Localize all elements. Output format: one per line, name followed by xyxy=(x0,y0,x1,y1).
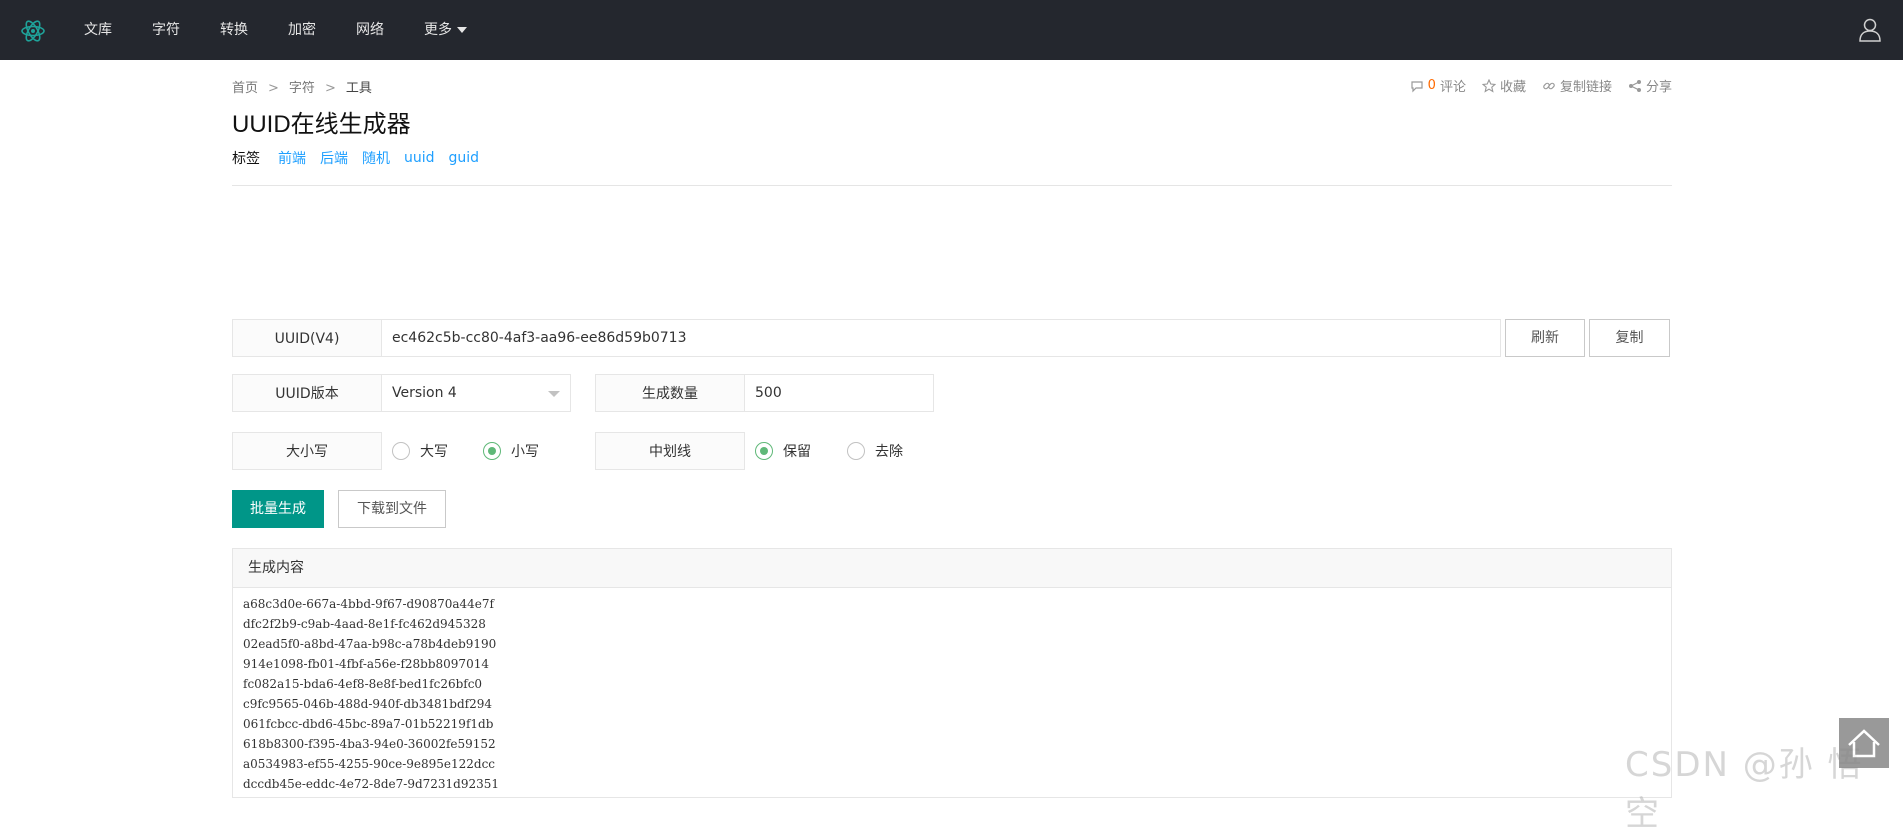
nav-item-library[interactable]: 文库 xyxy=(84,0,112,60)
user-icon[interactable] xyxy=(1859,18,1881,42)
caret-down-icon xyxy=(457,27,467,33)
breadcrumb-home[interactable]: 首页 xyxy=(232,81,258,96)
copy-link-label: 复制链接 xyxy=(1559,80,1612,95)
copy-link-button[interactable]: 复制链接 xyxy=(1542,76,1612,95)
logo-icon[interactable] xyxy=(20,18,46,44)
page-title: UUID在线生成器 xyxy=(232,111,411,138)
version-select-value: Version 4 xyxy=(392,385,457,401)
case-label: 大小写 xyxy=(232,432,382,470)
tag-backend[interactable]: 后端 xyxy=(320,148,348,168)
radio-uppercase-label: 大写 xyxy=(420,444,448,460)
breadcrumb-current: 工具 xyxy=(345,81,372,96)
nav-item-more[interactable]: 更多 xyxy=(424,0,467,60)
radio-lowercase-label: 小写 xyxy=(511,444,539,460)
breadcrumb-category[interactable]: 字符 xyxy=(289,81,315,96)
comment-button[interactable]: 0 评论 xyxy=(1410,76,1466,95)
comment-count: 0 xyxy=(1427,78,1436,93)
uuid-line: dccdb45e-eddc-4e72-8de7-9d7231d92351 xyxy=(243,777,500,791)
star-icon xyxy=(1481,78,1496,93)
page-actions: 0 评论 收藏 复制链接 分享 xyxy=(1410,76,1672,95)
uuid-line: fc082a15-bda6-4ef8-8e8f-bed1fc26bfc0 xyxy=(243,677,483,691)
radio-circle-icon xyxy=(847,442,865,460)
batch-generate-button[interactable]: 批量生成 xyxy=(232,490,324,528)
share-icon xyxy=(1628,79,1641,92)
back-to-top-icon xyxy=(1848,729,1880,758)
radio-remove-dash-label: 去除 xyxy=(875,444,903,460)
comment-label: 评论 xyxy=(1439,80,1466,95)
version-label: UUID版本 xyxy=(232,374,382,412)
tags-label: 标签 xyxy=(232,151,260,167)
nav-item-convert[interactable]: 转换 xyxy=(220,0,248,60)
back-to-top-button[interactable] xyxy=(1839,718,1889,768)
uuid-input[interactable]: ec462c5b-cc80-4af3-aa96-ee86d59b0713 xyxy=(381,319,1501,357)
dash-label: 中划线 xyxy=(595,432,745,470)
header-divider xyxy=(232,185,1672,186)
uuid-label: UUID(V4) xyxy=(232,319,382,357)
nav-item-encrypt[interactable]: 加密 xyxy=(288,0,316,60)
uuid-line: 02ead5f0-a8bd-47aa-b98c-a78b4deb9190 xyxy=(243,637,497,651)
radio-checked-icon xyxy=(755,442,773,460)
tag-uuid[interactable]: uuid xyxy=(404,150,435,166)
radio-lowercase[interactable]: 小写 xyxy=(483,441,539,461)
uuid-line: 061fcbcc-dbd6-45bc-89a7-01b52219f1db xyxy=(243,717,494,731)
tag-list: 标签 前端 后端 随机 uuid guid xyxy=(232,148,479,168)
favorite-label: 收藏 xyxy=(1499,80,1526,95)
copy-button[interactable]: 复制 xyxy=(1589,319,1670,357)
tag-random[interactable]: 随机 xyxy=(362,148,390,168)
link-icon xyxy=(1543,82,1555,89)
radio-circle-icon xyxy=(392,442,410,460)
comment-icon xyxy=(1411,80,1423,92)
nav-more-label: 更多 xyxy=(424,22,452,38)
radio-keep-dash-label: 保留 xyxy=(783,444,811,460)
output-panel: 生成内容 a68c3d0e-667a-4bbd-9f67-d90870a44e7… xyxy=(232,548,1672,798)
radio-uppercase[interactable]: 大写 xyxy=(392,441,448,461)
favorite-button[interactable]: 收藏 xyxy=(1481,76,1526,95)
radio-remove-dash[interactable]: 去除 xyxy=(847,441,903,461)
uuid-line: 914e1098-fb01-4fbf-a56e-f28bb8097014 xyxy=(243,657,489,671)
count-input[interactable]: 500 xyxy=(744,374,934,412)
breadcrumb-separator: > xyxy=(324,81,336,96)
version-select[interactable]: Version 4 xyxy=(381,374,571,412)
output-textarea[interactable]: a68c3d0e-667a-4bbd-9f67-d90870a44e7f dfc… xyxy=(233,588,1671,800)
nav-item-string[interactable]: 字符 xyxy=(152,0,180,60)
nav-item-network[interactable]: 网络 xyxy=(356,0,384,60)
output-panel-header: 生成内容 xyxy=(233,549,1671,588)
radio-keep-dash[interactable]: 保留 xyxy=(755,441,811,461)
breadcrumb-separator: > xyxy=(268,81,279,96)
uuid-line: 618b8300-f395-4ba3-94e0-36002fe59152 xyxy=(243,737,496,751)
download-button[interactable]: 下载到文件 xyxy=(338,490,446,528)
refresh-button[interactable]: 刷新 xyxy=(1505,319,1585,357)
share-label: 分享 xyxy=(1645,80,1672,95)
tag-frontend[interactable]: 前端 xyxy=(278,148,306,168)
radio-checked-icon xyxy=(483,442,501,460)
uuid-line: a0534983-ef55-4255-90ce-9e895e122dcc xyxy=(243,757,496,771)
uuid-line: a68c3d0e-667a-4bbd-9f67-d90870a44e7f xyxy=(243,597,494,611)
chevron-down-icon xyxy=(548,391,560,397)
top-navbar: 文库 字符 转换 加密 网络 更多 xyxy=(0,0,1903,60)
share-button[interactable]: 分享 xyxy=(1628,76,1672,95)
tag-guid[interactable]: guid xyxy=(449,150,480,166)
uuid-line: dfc2f2b9-c9ab-4aad-8e1f-fc462d945328 xyxy=(243,617,486,631)
count-label: 生成数量 xyxy=(595,374,745,412)
uuid-line: c9fc9565-046b-488d-940f-db3481bdf294 xyxy=(243,697,492,711)
breadcrumb: 首页 > 字符 > 工具 xyxy=(232,77,372,96)
